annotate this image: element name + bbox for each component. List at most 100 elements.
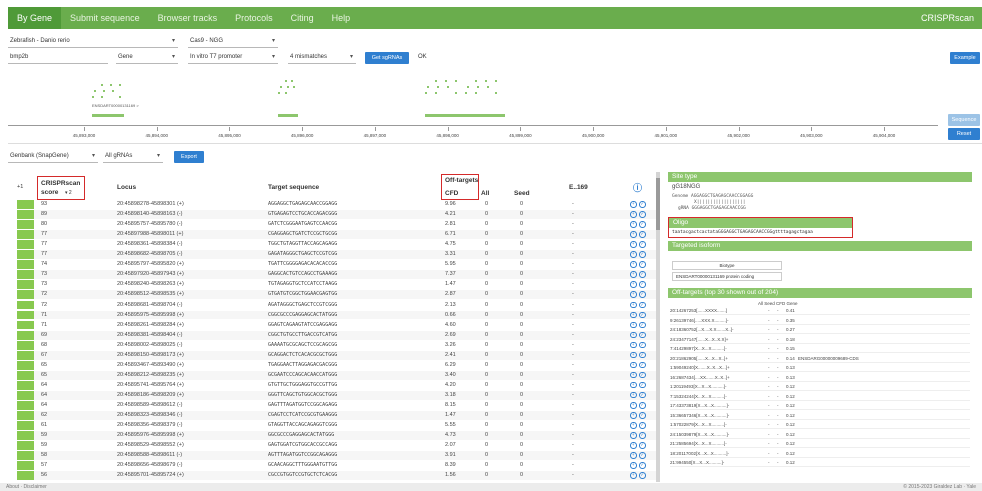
sgrna-mark[interactable] bbox=[485, 80, 487, 82]
select-circle-icon[interactable]: ✓ bbox=[639, 251, 646, 258]
table-row[interactable]: 65 20:45893467-45893490 (+) TGAGGAACTTAGGA… bbox=[17, 360, 657, 370]
select-circle-icon[interactable]: ✓ bbox=[639, 261, 646, 268]
nav-protocols[interactable]: Protocols bbox=[226, 7, 282, 29]
sgrna-mark[interactable] bbox=[119, 96, 121, 98]
select-circle-icon[interactable]: ✓ bbox=[639, 462, 646, 469]
table-row[interactable]: 74 20:45895797-45895820 (+) TGATTCGGGGAGAC… bbox=[17, 260, 657, 270]
table-row[interactable]: 68 20:45898002-45898025 (-) GAAAATGCGCAGCT… bbox=[17, 340, 657, 350]
oligo-sequence[interactable]: taatacgactcactataGGGAGGCTGAGAGCAACCGGgtt… bbox=[669, 228, 852, 237]
table-row[interactable]: 56 20:45895701-45895724 (+) CGCCGTGGTCCGTG… bbox=[17, 471, 657, 481]
table-row[interactable]: 71 20:45895975-45895998 (+) CGGCGCCCGAGGAG… bbox=[17, 310, 657, 320]
sgrna-mark[interactable] bbox=[286, 86, 289, 88]
scrollbar-thumb[interactable] bbox=[656, 178, 660, 230]
sequence-button[interactable]: Sequence bbox=[948, 114, 980, 126]
sgrna-mark[interactable] bbox=[112, 90, 114, 92]
table-row[interactable]: 72 20:45898512-45898535 (+) GTGATGTCGGCTGG… bbox=[17, 290, 657, 300]
table-row[interactable]: 57 20:45898656-45898679 (-) GCAACAGGCTTTGG… bbox=[17, 461, 657, 471]
example-button[interactable]: Example bbox=[950, 52, 980, 64]
gene-type-select[interactable]: Gene ▾ bbox=[116, 52, 178, 64]
add-circle-icon[interactable]: + bbox=[630, 462, 637, 469]
select-circle-icon[interactable]: ✓ bbox=[639, 211, 646, 218]
add-circle-icon[interactable]: + bbox=[630, 422, 637, 429]
table-row[interactable]: 64 20:45898589-45898612 (-) GAGTTTAGATGGTC… bbox=[17, 401, 657, 410]
select-circle-icon[interactable]: ✓ bbox=[639, 381, 646, 389]
sgrna-mark[interactable] bbox=[293, 86, 296, 88]
sgrna-mark[interactable] bbox=[278, 92, 280, 94]
sgrna-mark[interactable] bbox=[427, 86, 429, 88]
add-circle-icon[interactable]: + bbox=[630, 432, 637, 439]
add-circle-icon[interactable]: + bbox=[630, 281, 637, 288]
sgrna-mark[interactable] bbox=[487, 86, 489, 88]
table-row[interactable]: 77 20:45898682-45898705 (-) GAGATAGGGCTGAG… bbox=[17, 250, 657, 260]
table-row[interactable]: 64 20:45895741-45895764 (+) GTGTTGCTGGGAGG… bbox=[17, 380, 657, 390]
table-scrollbar[interactable] bbox=[656, 172, 660, 482]
add-circle-icon[interactable]: + bbox=[630, 381, 637, 389]
table-row[interactable]: 73 20:45898240-45898263 (+) TGTAGAGGTGCTCC… bbox=[17, 280, 657, 290]
table-row[interactable]: 67 20:45898150-45898173 (+) GCAGGACTCTCACA… bbox=[17, 350, 657, 360]
select-circle-icon[interactable]: ✓ bbox=[639, 442, 646, 449]
sgrna-mark[interactable] bbox=[280, 86, 282, 88]
add-circle-icon[interactable]: + bbox=[630, 321, 637, 329]
add-circle-icon[interactable]: + bbox=[630, 361, 637, 369]
add-circle-icon[interactable]: + bbox=[630, 201, 637, 208]
nav-citing[interactable]: Citing bbox=[282, 7, 323, 29]
species-select[interactable]: Zebrafish - Danio rerio ▾ bbox=[8, 36, 178, 48]
table-row[interactable]: 77 20:45898361-45898384 (-) TGGCTGTAGGTTAC… bbox=[17, 240, 657, 250]
table-row[interactable]: 65 20:45898212-45898235 (+) GCGAATCCCAGCAC… bbox=[17, 370, 657, 380]
e169-header[interactable]: E..169 bbox=[569, 184, 588, 191]
sgrna-mark[interactable] bbox=[437, 86, 439, 88]
add-circle-icon[interactable]: + bbox=[630, 311, 637, 319]
target-sequence-header[interactable]: Target sequence bbox=[268, 184, 319, 191]
sgrna-mark[interactable] bbox=[284, 92, 287, 94]
select-circle-icon[interactable]: ✓ bbox=[639, 221, 646, 228]
select-circle-icon[interactable]: ✓ bbox=[639, 371, 646, 379]
table-row[interactable]: 72 20:45898681-45898704 (-) AGATAGGGCTGAGC… bbox=[17, 300, 657, 310]
table-row[interactable]: 77 20:45897988-45898011 (+) CGAGGAGCTGATCT… bbox=[17, 230, 657, 240]
sgrna-mark[interactable] bbox=[495, 80, 497, 82]
select-circle-icon[interactable]: ✓ bbox=[639, 422, 646, 429]
add-circle-icon[interactable]: + bbox=[630, 371, 637, 379]
sgrna-mark[interactable] bbox=[465, 92, 467, 94]
add-circle-icon[interactable]: + bbox=[630, 391, 637, 399]
table-row[interactable]: 58 20:45898588-45898611 (-) AGTTTAGATGGTCC… bbox=[17, 451, 657, 461]
select-circle-icon[interactable]: ✓ bbox=[639, 432, 646, 439]
select-circle-icon[interactable]: ✓ bbox=[639, 281, 646, 288]
sgrna-mark[interactable] bbox=[455, 80, 457, 82]
all-header[interactable]: All bbox=[481, 190, 489, 197]
table-row[interactable]: 71 20:45898261-45898284 (+) GGAGTCAGAAGTAT… bbox=[17, 320, 657, 330]
add-circle-icon[interactable]: + bbox=[630, 211, 637, 218]
add-circle-icon[interactable]: + bbox=[630, 412, 637, 419]
select-circle-icon[interactable]: ✓ bbox=[639, 291, 646, 298]
select-circle-icon[interactable]: ✓ bbox=[639, 402, 646, 409]
add-circle-icon[interactable]: + bbox=[630, 341, 637, 349]
add-circle-icon[interactable]: + bbox=[630, 331, 637, 339]
sgrna-mark[interactable] bbox=[291, 80, 294, 82]
select-circle-icon[interactable]: ✓ bbox=[639, 331, 646, 339]
nav-submit-sequence[interactable]: Submit sequence bbox=[61, 7, 149, 29]
add-circle-icon[interactable]: + bbox=[630, 402, 637, 409]
sgrna-mark[interactable] bbox=[477, 86, 479, 88]
sgrna-mark[interactable] bbox=[103, 90, 105, 92]
nav-browser-tracks[interactable]: Browser tracks bbox=[149, 7, 227, 29]
table-row[interactable]: 64 20:45898186-45898209 (+) GGGTTCAGCTGTGG… bbox=[17, 390, 657, 400]
sgrna-mark[interactable] bbox=[445, 80, 447, 82]
select-circle-icon[interactable]: ✓ bbox=[639, 361, 646, 369]
select-circle-icon[interactable]: ✓ bbox=[639, 321, 646, 329]
table-row[interactable]: 73 20:45897920-45897943 (+) GAGGCACTGTCCAG… bbox=[17, 270, 657, 280]
promoter-select[interactable]: In vitro T7 promoter ▾ bbox=[188, 52, 278, 64]
add-circle-icon[interactable]: + bbox=[630, 271, 637, 278]
sgrna-mark[interactable] bbox=[435, 92, 437, 94]
select-circle-icon[interactable]: ✓ bbox=[639, 472, 646, 479]
add-circle-icon[interactable]: + bbox=[630, 241, 637, 248]
table-row[interactable]: 62 20:45898323-45898346 (-) CGAGTCCTCATCCG… bbox=[17, 411, 657, 420]
sgrna-mark[interactable] bbox=[110, 84, 112, 86]
add-circle-icon[interactable]: + bbox=[630, 442, 637, 449]
add-circle-icon[interactable]: + bbox=[630, 351, 637, 359]
add-circle-icon[interactable]: + bbox=[630, 231, 637, 238]
select-circle-icon[interactable]: ✓ bbox=[639, 412, 646, 419]
select-circle-icon[interactable]: ✓ bbox=[639, 391, 646, 399]
export-format-select[interactable]: Genbank (SnapGene) ▾ bbox=[8, 151, 98, 163]
get-sgrnas-button[interactable]: Get sgRNAs bbox=[365, 52, 409, 64]
select-circle-icon[interactable]: ✓ bbox=[639, 341, 646, 349]
table-row[interactable]: 80 20:45895757-45895780 (-) GATCTCGGGAATGA… bbox=[17, 220, 657, 229]
